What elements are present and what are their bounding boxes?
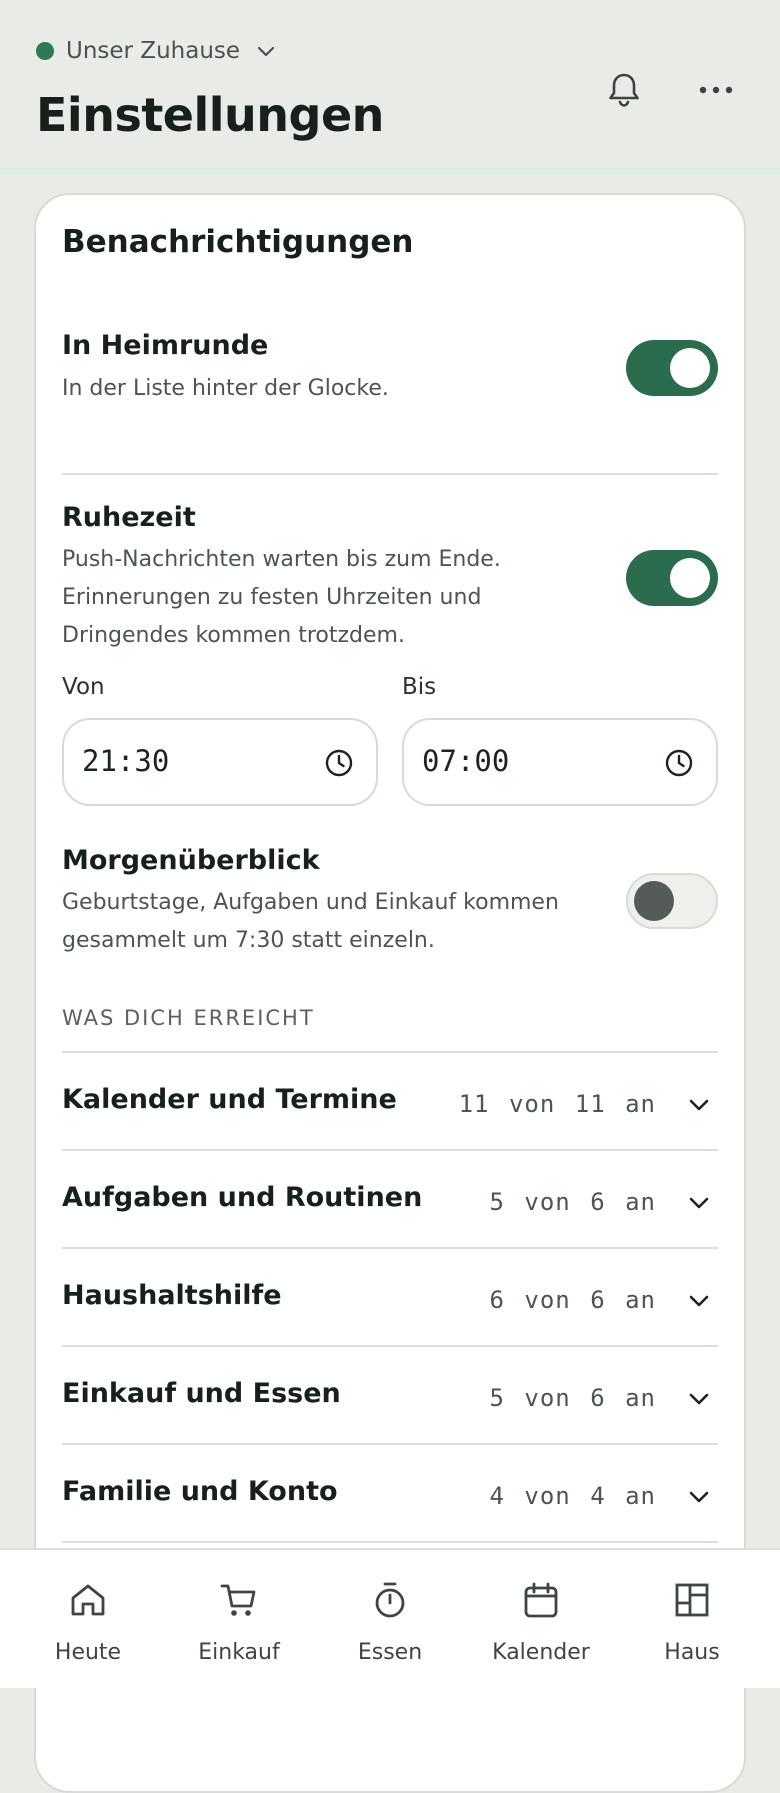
- nav-item-haus[interactable]: Haus: [617, 1550, 767, 1690]
- chevron-down-icon: [689, 1197, 709, 1209]
- household-status-dot: [36, 42, 54, 60]
- more-icon: [699, 86, 733, 94]
- category-title: Kalender und Termine: [62, 1084, 397, 1115]
- category-count: 4 von 4 an: [489, 1482, 656, 1510]
- category-title: Haushaltshilfe: [62, 1280, 282, 1311]
- category-title: Familie und Konto: [62, 1476, 338, 1507]
- divider: [62, 1541, 718, 1543]
- house-layout-icon: [675, 1583, 709, 1617]
- category-row-household-help[interactable]: Haushaltshilfe 6 von 6 an: [62, 1248, 718, 1346]
- household-switcher[interactable]: Unser Zuhause: [36, 34, 278, 68]
- chevron-down-icon: [689, 1393, 709, 1405]
- from-time-value: 21:30: [82, 744, 170, 778]
- bell-icon: [609, 73, 639, 107]
- toggle-knob: [634, 881, 674, 921]
- quiet-time-title: Ruhezeit: [62, 502, 196, 533]
- nav-label: Haus: [664, 1640, 720, 1665]
- nav-item-essen[interactable]: Essen: [315, 1550, 465, 1690]
- nav-label: Kalender: [492, 1640, 590, 1665]
- cart-icon: [220, 1584, 256, 1616]
- reach-heading: WAS DICH ERREICHT: [62, 1006, 315, 1030]
- morning-digest-toggle[interactable]: [626, 873, 718, 929]
- divider: [62, 473, 718, 475]
- header: [0, 0, 780, 170]
- chevron-down-icon: [689, 1491, 709, 1503]
- category-row-calendar[interactable]: Kalender und Termine 11 von 11 an: [62, 1052, 718, 1150]
- category-count: 6 von 6 an: [489, 1286, 656, 1314]
- category-count: 5 von 6 an: [489, 1384, 656, 1412]
- quiet-time-toggle[interactable]: [626, 550, 718, 606]
- toggle-knob: [670, 348, 710, 388]
- bottom-nav: Heute Einkauf Essen Kalender Haus: [0, 1548, 780, 1688]
- nav-item-einkauf[interactable]: Einkauf: [164, 1550, 314, 1690]
- to-time-value: 07:00: [422, 744, 510, 778]
- toggle-knob: [670, 558, 710, 598]
- nav-label: Essen: [357, 1640, 423, 1665]
- calendar-icon: [524, 1582, 558, 1618]
- morning-digest-description: Geburtstage, Aufgaben und Einkauf kommen…: [62, 890, 559, 953]
- nav-label: Einkauf: [198, 1640, 280, 1665]
- chevron-down-icon: [689, 1295, 709, 1307]
- from-time-input[interactable]: 21:30: [62, 718, 378, 806]
- category-row-tasks[interactable]: Aufgaben und Routinen 5 von 6 an: [62, 1150, 718, 1248]
- category-title: Aufgaben und Routinen: [62, 1182, 423, 1213]
- page-title: Einstellungen: [36, 88, 384, 142]
- home-icon: [71, 1584, 105, 1616]
- header-divider: [0, 168, 780, 174]
- nav-label: Heute: [54, 1640, 122, 1665]
- to-label: Bis: [402, 674, 437, 700]
- chevron-down-icon: [257, 46, 275, 57]
- to-time-input[interactable]: 07:00: [402, 718, 718, 806]
- category-title: Einkauf und Essen: [62, 1378, 341, 1409]
- clock-icon: [325, 749, 353, 777]
- more-options-button[interactable]: [688, 62, 744, 118]
- category-count: 5 von 6 an: [489, 1188, 656, 1216]
- in-app-toggle[interactable]: [626, 340, 718, 396]
- morning-digest-title: Morgenüberblick: [62, 845, 320, 876]
- category-count: 11 von 11 an: [458, 1090, 656, 1118]
- category-row-family[interactable]: Familie und Konto 4 von 4 an: [62, 1444, 718, 1542]
- notifications-button[interactable]: [596, 62, 652, 118]
- chevron-down-icon: [689, 1099, 709, 1111]
- from-label: Von: [62, 674, 105, 700]
- clock-icon: [665, 749, 693, 777]
- timer-icon: [375, 1582, 405, 1618]
- nav-item-heute[interactable]: Heute: [13, 1550, 163, 1690]
- in-app-title: In Heimrunde: [62, 330, 269, 361]
- nav-item-kalender[interactable]: Kalender: [466, 1550, 616, 1690]
- household-name: Unser Zuhause: [66, 38, 241, 64]
- quiet-time-description: Push-Nachrichten warten bis zum Ende. Er…: [62, 547, 501, 648]
- section-title: Benachrichtigungen: [62, 224, 414, 260]
- in-app-description: In der Liste hinter der Glocke.: [62, 376, 389, 401]
- category-row-shopping[interactable]: Einkauf und Essen 5 von 6 an: [62, 1346, 718, 1444]
